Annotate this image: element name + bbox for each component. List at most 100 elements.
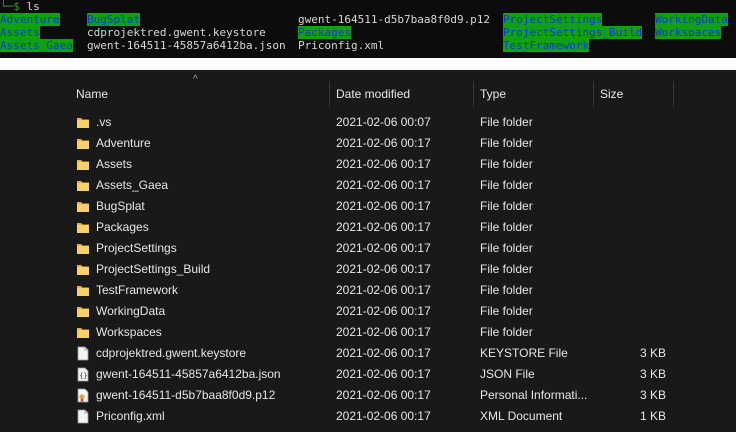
file-type: XML Document xyxy=(480,409,563,423)
ls-directory-entry: Assets xyxy=(0,26,40,39)
file-type: File folder xyxy=(480,325,533,339)
column-resize-handle[interactable] xyxy=(673,81,674,107)
file-type: Personal Informati... xyxy=(480,388,588,402)
file-row[interactable]: Workspaces 2021-02-06 00:17 File folder xyxy=(0,322,736,343)
json-file-icon: {} xyxy=(76,367,90,382)
file-date-modified: 2021-02-06 00:17 xyxy=(336,388,431,402)
file-type: File folder xyxy=(480,241,533,255)
file-date-modified: 2021-02-06 00:17 xyxy=(336,199,431,213)
column-header-name[interactable]: Name xyxy=(76,81,108,107)
file-name: Workspaces xyxy=(96,325,162,339)
file-type: KEYSTORE File xyxy=(480,346,568,360)
file-size: 3 KB xyxy=(639,367,666,381)
ls-directory-entry: TestFramework xyxy=(503,39,590,52)
file-name: cdprojektred.gwent.keystore xyxy=(96,346,247,360)
window-divider xyxy=(0,58,736,70)
folder-icon xyxy=(76,136,90,151)
file-name: Adventure xyxy=(96,136,151,150)
column-resize-handle[interactable] xyxy=(329,81,330,107)
file-explorer: ^ Name Date modified Type Size .vs 2021-0… xyxy=(0,70,736,432)
file-name: WorkingData xyxy=(96,304,166,318)
file-size: 3 KB xyxy=(639,346,666,360)
ls-directory-entry: BugSplat xyxy=(87,13,140,26)
file-date-modified: 2021-02-06 00:17 xyxy=(336,157,431,171)
file-name: ProjectSettings_Build xyxy=(96,262,211,276)
file-date-modified: 2021-02-06 00:17 xyxy=(336,241,431,255)
file-row[interactable]: ProjectSettings_Build 2021-02-06 00:17 Fil… xyxy=(0,259,736,280)
certificate-file-icon xyxy=(76,388,90,403)
file-row[interactable]: WorkingData 2021-02-06 00:17 File folder xyxy=(0,301,736,322)
ls-directory-entry: ProjectSettings_Build xyxy=(503,26,643,39)
file-name: TestFramework xyxy=(96,283,179,297)
file-type: File folder xyxy=(480,220,533,234)
ls-directory-entry: Assets_Gaea xyxy=(0,39,73,52)
ls-directory-entry: Workspaces xyxy=(655,26,722,39)
folder-icon xyxy=(76,283,90,298)
file-date-modified: 2021-02-06 00:17 xyxy=(336,178,431,192)
file-row[interactable]: Packages 2021-02-06 00:17 File folder xyxy=(0,217,736,238)
file-date-modified: 2021-02-06 00:17 xyxy=(336,367,431,381)
ls-directory-entry: Packages xyxy=(298,26,351,39)
file-type: File folder xyxy=(480,136,533,150)
file-row[interactable]: cdprojektred.gwent.keystore 2021-02-06 00… xyxy=(0,343,736,364)
file-row[interactable]: BugSplat 2021-02-06 00:17 File folder xyxy=(0,196,736,217)
folder-icon xyxy=(76,199,90,214)
file-type: File folder xyxy=(480,199,533,213)
column-resize-handle[interactable] xyxy=(593,81,594,107)
file-row[interactable]: Assets 2021-02-06 00:17 File folder xyxy=(0,154,736,175)
file-name: BugSplat xyxy=(96,199,145,213)
file-row[interactable]: TestFramework 2021-02-06 00:17 File folder xyxy=(0,280,736,301)
prompt-arc: └─ xyxy=(0,0,14,13)
file-name: gwent-164511-45857a6412ba.json xyxy=(96,367,281,381)
ls-directory-entry: ProjectSettings xyxy=(503,13,603,26)
column-header-size[interactable]: Size xyxy=(600,81,623,107)
file-type: File folder xyxy=(480,178,533,192)
file-size: 1 KB xyxy=(639,409,666,423)
file-row[interactable]: Priconfig.xml 2021-02-06 00:17 XML Documen… xyxy=(0,406,736,427)
svg-text:{}: {} xyxy=(79,372,87,380)
ls-file-entry: Priconfig.xml xyxy=(298,39,385,52)
file-date-modified: 2021-02-06 00:17 xyxy=(336,325,431,339)
file-date-modified: 2021-02-06 00:17 xyxy=(336,346,431,360)
file-row[interactable]: Assets_Gaea 2021-02-06 00:17 File folder xyxy=(0,175,736,196)
file-type: File folder xyxy=(480,304,533,318)
ls-file-entry: gwent-164511-d5b7baa8f0d9.p12 xyxy=(298,13,491,26)
file-date-modified: 2021-02-06 00:17 xyxy=(336,283,431,297)
file-row[interactable]: .vs 2021-02-06 00:07 File folder xyxy=(0,112,736,133)
file-date-modified: 2021-02-06 00:17 xyxy=(336,262,431,276)
file-name: .vs xyxy=(96,115,112,129)
file-type: File folder xyxy=(480,115,533,129)
folder-icon xyxy=(76,325,90,340)
file-row[interactable]: {} gwent-164511-45857a6412ba.json 2021-02-… xyxy=(0,364,736,385)
file-name: ProjectSettings xyxy=(96,241,177,255)
column-header-date[interactable]: Date modified xyxy=(336,81,410,107)
file-type: File folder xyxy=(480,283,533,297)
file-row[interactable]: gwent-164511-d5b7baa8f0d9.p12 2021-02-06 … xyxy=(0,385,736,406)
folder-icon xyxy=(76,115,90,130)
file-name: Assets_Gaea xyxy=(96,178,169,192)
file-name: gwent-164511-d5b7baa8f0d9.p12 xyxy=(96,388,276,402)
terminal-prompt: └─$ ls xyxy=(0,0,40,13)
file-name: Packages xyxy=(96,220,149,234)
file-icon xyxy=(76,346,90,361)
ls-file-entry: gwent-164511-45857a6412ba.json xyxy=(87,39,286,52)
file-row[interactable]: Adventure 2021-02-06 00:17 File folder xyxy=(0,133,736,154)
prompt-dollar: $ xyxy=(13,0,20,13)
terminal-pane: └─$ ls Adventure Assets Assets_Gaea BugSpla… xyxy=(0,0,736,58)
ls-file-entry: cdprojektred.gwent.keystore xyxy=(87,26,266,39)
folder-icon xyxy=(76,241,90,256)
ls-directory-entry: Adventure xyxy=(0,13,60,26)
file-date-modified: 2021-02-06 00:17 xyxy=(336,220,431,234)
file-name: Assets xyxy=(96,157,133,171)
file-type: JSON File xyxy=(480,367,535,381)
ls-directory-entry: WorkingData xyxy=(655,13,728,26)
column-header-type[interactable]: Type xyxy=(480,81,506,107)
file-size: 3 KB xyxy=(639,388,666,402)
folder-icon xyxy=(76,262,90,277)
file-row[interactable]: ProjectSettings 2021-02-06 00:17 File fold… xyxy=(0,238,736,259)
folder-icon xyxy=(76,304,90,319)
file-name: Priconfig.xml xyxy=(96,409,165,423)
column-header-row: Name Date modified Type Size xyxy=(0,81,736,107)
folder-icon xyxy=(76,178,90,193)
column-resize-handle[interactable] xyxy=(473,81,474,107)
